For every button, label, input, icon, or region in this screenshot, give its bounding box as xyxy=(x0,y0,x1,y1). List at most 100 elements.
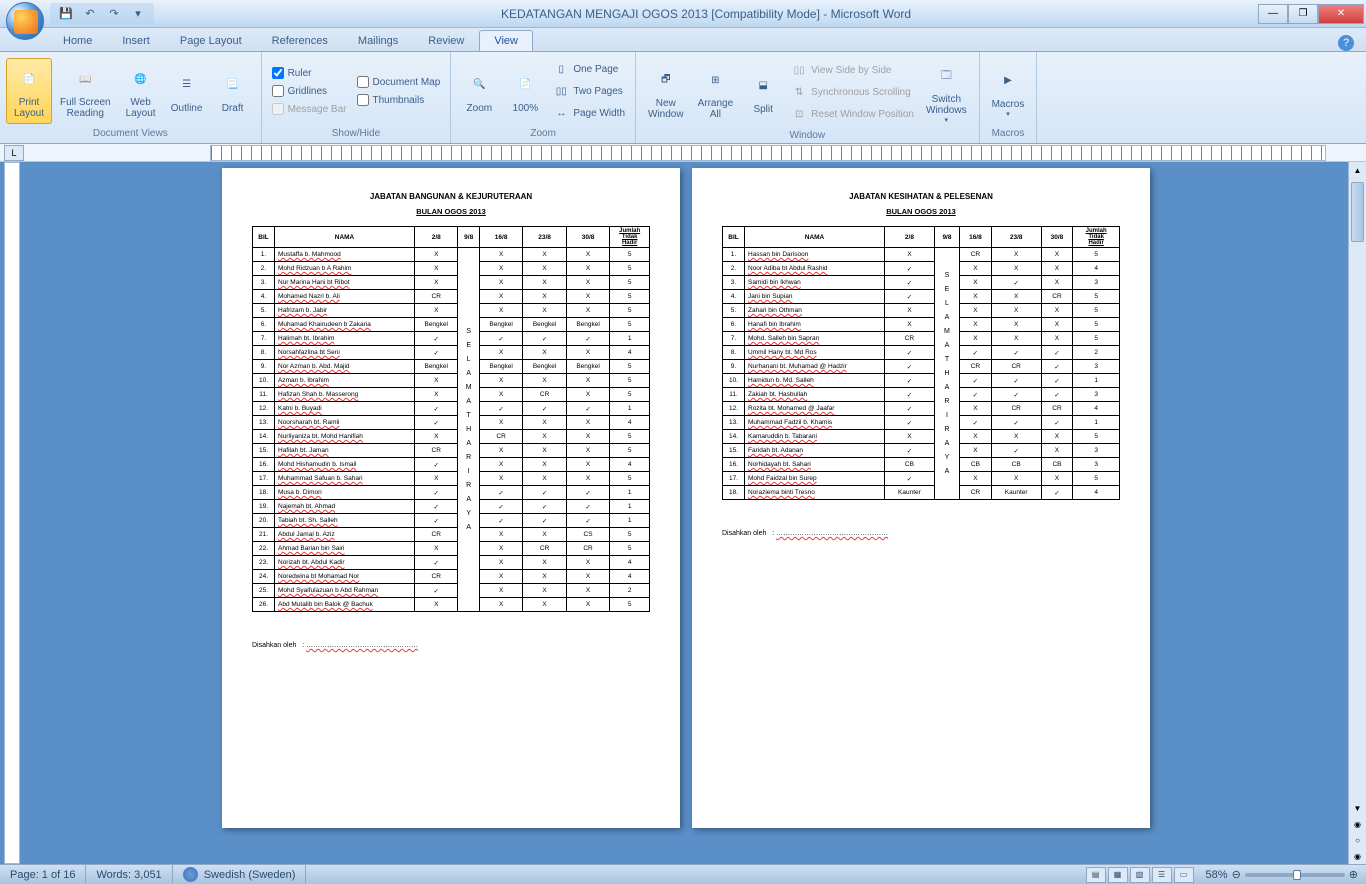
view-outline-icon[interactable]: ☰ xyxy=(1152,867,1172,883)
zoom-in-button[interactable]: ⊕ xyxy=(1349,868,1358,881)
print-layout-icon: 📄 xyxy=(13,63,45,95)
page-width-icon: ↔ xyxy=(553,105,569,121)
docmap-checkbox[interactable]: Document Map xyxy=(353,74,445,90)
switch-windows-button[interactable]: 🗔Switch Windows▾ xyxy=(920,56,973,128)
group-zoom: 🔍Zoom 📄100% ▯One Page ▯▯Two Pages ↔Page … xyxy=(451,52,636,143)
next-page-icon[interactable]: ◉ xyxy=(1349,848,1366,864)
scroll-up-icon[interactable]: ▲ xyxy=(1349,162,1366,178)
save-icon[interactable]: 💾 xyxy=(58,6,74,22)
sync-icon: ⇅ xyxy=(791,84,807,100)
fullscreen-icon: 📖 xyxy=(69,63,101,95)
two-pages-icon: ▯▯ xyxy=(553,83,569,99)
language-icon xyxy=(183,867,198,882)
document-area: JABATAN BANGUNAN & KEJURUTERAAN BULAN OG… xyxy=(0,162,1366,864)
group-label: Document Views xyxy=(6,126,255,139)
zoom-out-button[interactable]: ⊖ xyxy=(1232,868,1241,881)
full-screen-button[interactable]: 📖Full Screen Reading xyxy=(54,59,117,123)
web-layout-icon: 🌐 xyxy=(125,63,157,95)
thumbnails-checkbox[interactable]: Thumbnails xyxy=(353,92,445,108)
zoom-icon: 🔍 xyxy=(463,69,495,101)
view-full-icon[interactable]: ▦ xyxy=(1108,867,1128,883)
macros-button[interactable]: ▶Macros▾ xyxy=(986,61,1031,122)
prev-page-icon[interactable]: ◉ xyxy=(1349,816,1366,832)
draft-icon: 📃 xyxy=(217,69,249,101)
split-icon: ⬓ xyxy=(747,70,779,102)
outline-icon: ☰ xyxy=(171,69,203,101)
language-status[interactable]: Swedish (Sweden) xyxy=(173,865,307,884)
vertical-scrollbar[interactable]: ▲ ▼ ◉ ○ ◉ xyxy=(1348,162,1366,864)
draft-button[interactable]: 📃Draft xyxy=(211,65,255,118)
group-label: Zoom xyxy=(457,126,629,139)
split-button[interactable]: ⬓Split xyxy=(741,66,785,119)
close-button[interactable]: ✕ xyxy=(1318,4,1364,24)
word-count[interactable]: Words: 3,051 xyxy=(86,865,172,884)
group-show-hide: Ruler Gridlines Message Bar Document Map… xyxy=(262,52,452,143)
tab-insert[interactable]: Insert xyxy=(107,30,165,51)
browse-object-icon[interactable]: ○ xyxy=(1349,832,1366,848)
ruler-bar: L xyxy=(0,144,1366,162)
view-draft-icon[interactable]: ▭ xyxy=(1174,867,1194,883)
zoom-100-icon: 📄 xyxy=(509,69,541,101)
signature-line: Disahkan oleh : ………………………………………… xyxy=(252,642,650,649)
print-layout-button[interactable]: 📄Print Layout xyxy=(6,58,52,124)
page-width-button[interactable]: ↔Page Width xyxy=(549,103,629,123)
macros-icon: ▶ xyxy=(992,65,1024,97)
two-pages-button[interactable]: ▯▯Two Pages xyxy=(549,81,629,101)
tab-pagelayout[interactable]: Page Layout xyxy=(165,30,257,51)
window-title: KEDATANGAN MENGAJI OGOS 2013 [Compatibil… xyxy=(154,7,1258,21)
zoom-slider[interactable] xyxy=(1245,873,1345,877)
side-by-side-button: ▯▯View Side by Side xyxy=(787,60,918,80)
one-page-button[interactable]: ▯One Page xyxy=(549,59,629,79)
signature-line: Disahkan oleh : ………………………………………… xyxy=(722,530,1120,537)
redo-icon[interactable]: ↷ xyxy=(106,6,122,22)
pages-container: JABATAN BANGUNAN & KEJURUTERAAN BULAN OG… xyxy=(24,168,1348,860)
undo-icon[interactable]: ↶ xyxy=(82,6,98,22)
page-2[interactable]: JABATAN KESIHATAN & PELESENAN BULAN OGOS… xyxy=(692,168,1150,828)
tab-home[interactable]: Home xyxy=(48,30,107,51)
restore-button[interactable]: ❐ xyxy=(1288,4,1318,24)
help-icon[interactable]: ? xyxy=(1338,35,1354,51)
group-document-views: 📄Print Layout 📖Full Screen Reading 🌐Web … xyxy=(0,52,262,143)
horizontal-ruler[interactable] xyxy=(210,145,1326,161)
attendance-table-1: BILNAMA2/89/816/823/830/8JumlahTidakHadi… xyxy=(252,226,650,612)
zoom-level[interactable]: 58% xyxy=(1206,869,1228,881)
group-label: Window xyxy=(642,128,973,141)
page-subtitle: BULAN OGOS 2013 xyxy=(722,207,1120,216)
scroll-thumb[interactable] xyxy=(1351,182,1364,242)
page-title: JABATAN KESIHATAN & PELESENAN xyxy=(722,192,1120,201)
view-web-icon[interactable]: ▧ xyxy=(1130,867,1150,883)
new-window-icon: 🗗 xyxy=(650,64,682,96)
tab-references[interactable]: References xyxy=(257,30,343,51)
vertical-ruler[interactable] xyxy=(4,162,20,864)
reset-pos-button: ⊡Reset Window Position xyxy=(787,104,918,124)
qat-dropdown-icon[interactable]: ▾ xyxy=(130,6,146,22)
zoom-controls: ▤ ▦ ▧ ☰ ▭ 58% ⊖ ⊕ xyxy=(1078,867,1366,883)
gridlines-checkbox[interactable]: Gridlines xyxy=(268,83,351,99)
office-button[interactable] xyxy=(6,2,44,40)
view-print-icon[interactable]: ▤ xyxy=(1086,867,1106,883)
ribbon: 📄Print Layout 📖Full Screen Reading 🌐Web … xyxy=(0,52,1366,144)
tab-mailings[interactable]: Mailings xyxy=(343,30,413,51)
group-window: 🗗New Window ⊞Arrange All ⬓Split ▯▯View S… xyxy=(636,52,980,143)
page-1[interactable]: JABATAN BANGUNAN & KEJURUTERAAN BULAN OG… xyxy=(222,168,680,828)
titlebar: 💾 ↶ ↷ ▾ KEDATANGAN MENGAJI OGOS 2013 [Co… xyxy=(0,0,1366,28)
tab-review[interactable]: Review xyxy=(413,30,479,51)
page-subtitle: BULAN OGOS 2013 xyxy=(252,207,650,216)
minimize-button[interactable]: — xyxy=(1258,4,1288,24)
ribbon-tabs: Home Insert Page Layout References Maili… xyxy=(0,28,1366,52)
zoom-slider-thumb[interactable] xyxy=(1293,870,1301,880)
zoom-100-button[interactable]: 📄100% xyxy=(503,65,547,118)
ruler-checkbox[interactable]: Ruler xyxy=(268,65,351,81)
web-layout-button[interactable]: 🌐Web Layout xyxy=(119,59,163,123)
ruler-toggle-button[interactable]: L xyxy=(4,145,24,161)
zoom-button[interactable]: 🔍Zoom xyxy=(457,65,501,118)
arrange-all-button[interactable]: ⊞Arrange All xyxy=(692,60,740,124)
sync-scroll-button: ⇅Synchronous Scrolling xyxy=(787,82,918,102)
tab-view[interactable]: View xyxy=(479,30,533,51)
new-window-button[interactable]: 🗗New Window xyxy=(642,60,690,124)
scroll-down-icon[interactable]: ▼ xyxy=(1349,800,1366,816)
page-status[interactable]: Page: 1 of 16 xyxy=(0,865,86,884)
outline-button[interactable]: ☰Outline xyxy=(165,65,209,118)
switch-icon: 🗔 xyxy=(930,60,962,92)
quick-access-toolbar: 💾 ↶ ↷ ▾ xyxy=(50,3,154,25)
